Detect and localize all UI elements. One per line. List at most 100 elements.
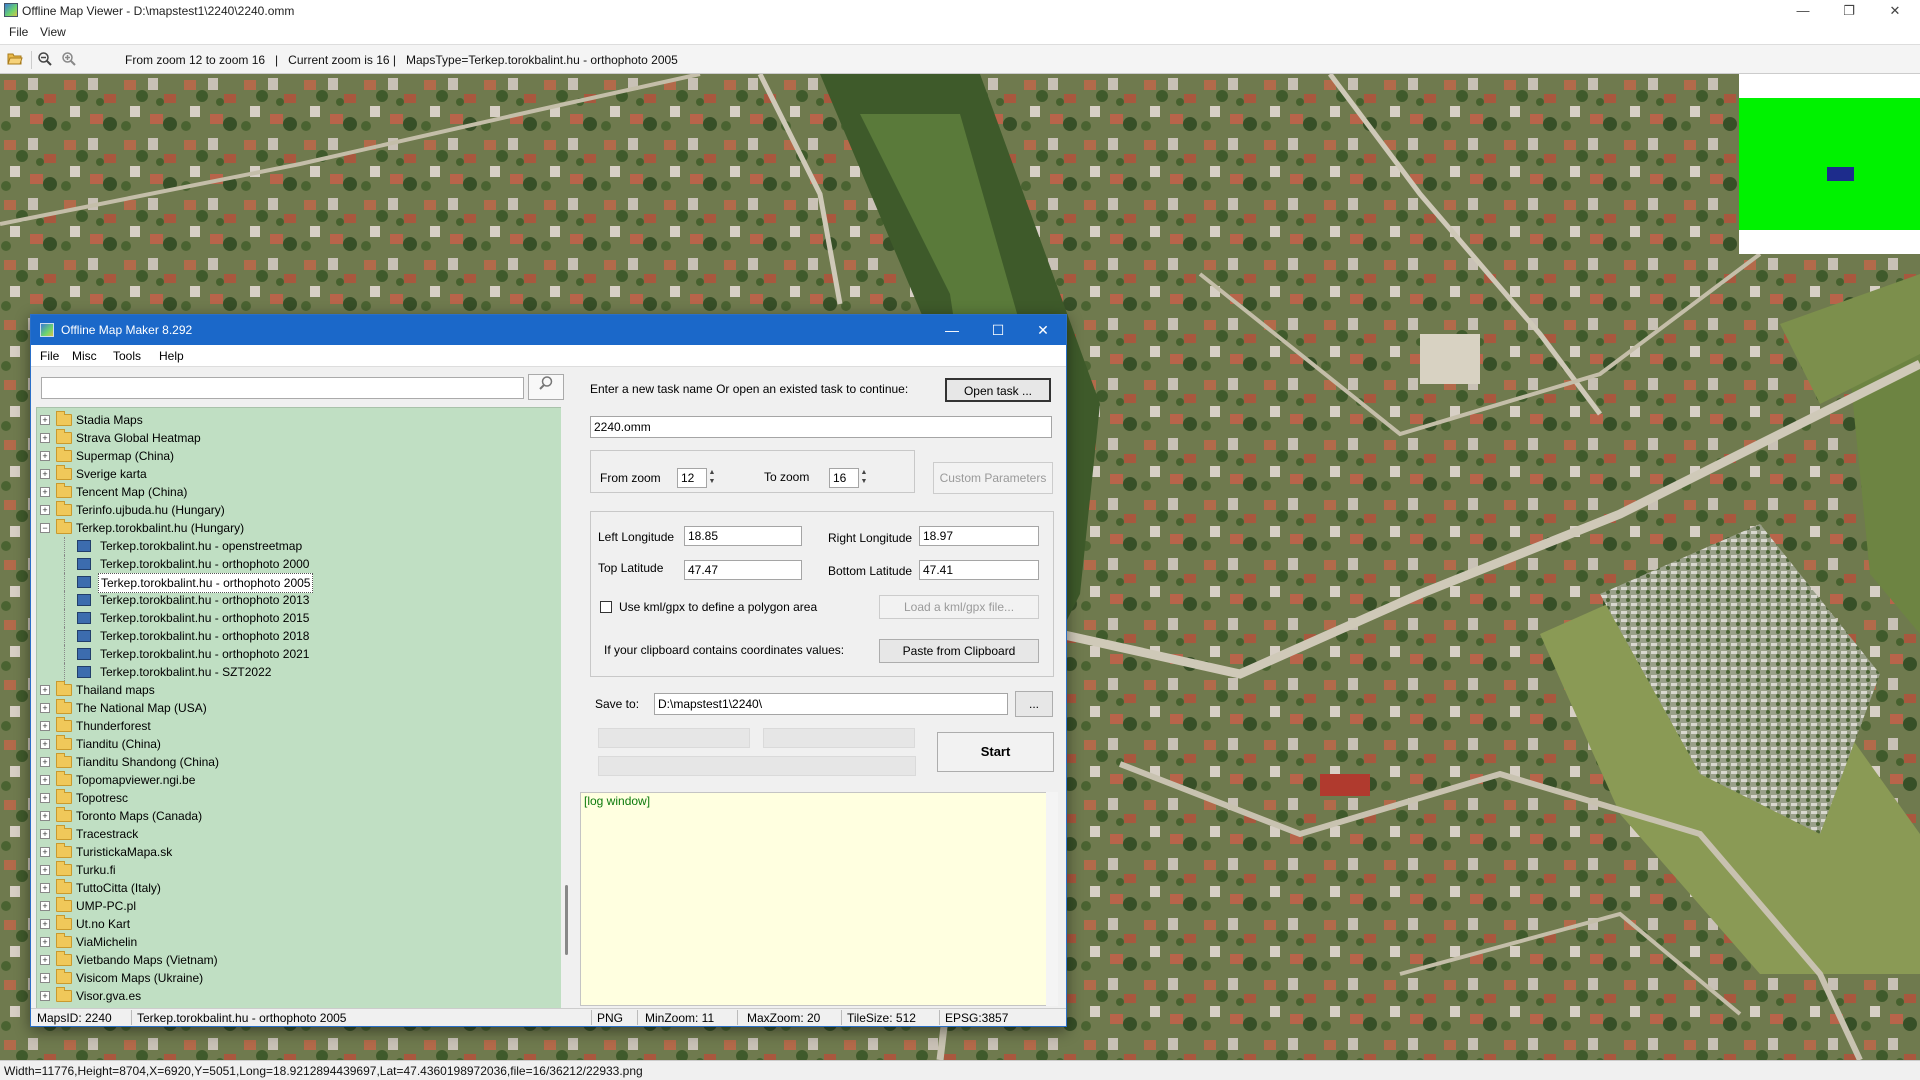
expand-icon[interactable]: + (40, 469, 50, 479)
open-task-button[interactable]: Open task ... (945, 378, 1051, 402)
tree-folder-item[interactable]: + UMP-PC.pl (37, 897, 547, 915)
tree-folder-item[interactable]: + Supermap (China) (37, 447, 547, 465)
tree-folder-item[interactable]: + Thailand maps (37, 681, 547, 699)
expand-icon[interactable]: + (40, 865, 50, 875)
tree-folder-item[interactable]: + ViaMichelin (37, 933, 547, 951)
kml-checkbox[interactable] (600, 601, 612, 613)
load-kml-button[interactable]: Load a kml/gpx file... (879, 595, 1039, 619)
zoom-out-button[interactable] (36, 51, 54, 69)
expand-icon[interactable]: + (40, 883, 50, 893)
zoom-in-button[interactable] (60, 51, 78, 69)
expand-icon[interactable]: + (40, 991, 50, 1001)
log-scrollbar[interactable] (1046, 792, 1058, 1006)
expand-icon[interactable]: + (40, 775, 50, 785)
tree-folder-item[interactable]: − Terkep.torokbalint.hu (Hungary) (37, 519, 547, 537)
expand-icon[interactable]: + (40, 757, 50, 767)
dialog-menu-help[interactable]: Help (159, 349, 184, 363)
custom-parameters-button[interactable]: Custom Parameters (933, 462, 1053, 494)
expand-icon[interactable]: + (40, 505, 50, 515)
menu-file[interactable]: File (9, 25, 28, 39)
dialog-close-button[interactable]: ✕ (1020, 315, 1066, 345)
browse-button[interactable]: ... (1015, 691, 1053, 717)
task-name-input[interactable]: 2240.omm (590, 416, 1052, 438)
start-button[interactable]: Start (937, 732, 1054, 772)
dialog-minimize-button[interactable]: — (929, 315, 975, 345)
expand-icon[interactable]: + (40, 829, 50, 839)
expand-icon[interactable]: + (40, 847, 50, 857)
folder-icon (56, 825, 72, 840)
tree-map-item[interactable]: Terkep.torokbalint.hu - orthophoto 2013 (37, 591, 547, 609)
folder-icon (56, 897, 72, 912)
expand-icon[interactable]: + (40, 919, 50, 929)
close-button[interactable]: ✕ (1872, 0, 1918, 22)
expand-icon[interactable]: + (40, 955, 50, 965)
open-button[interactable] (6, 51, 24, 69)
tree-folder-item[interactable]: + Toronto Maps (Canada) (37, 807, 547, 825)
expand-icon[interactable]: + (40, 793, 50, 803)
expand-icon[interactable]: + (40, 811, 50, 821)
tree-folder-item[interactable]: + Tencent Map (China) (37, 483, 547, 501)
to-zoom-spinner[interactable]: ▲ ▼ (859, 468, 869, 486)
expand-icon[interactable]: + (40, 451, 50, 461)
tree-folder-item[interactable]: + Turku.fi (37, 861, 547, 879)
tree-map-item[interactable]: Terkep.torokbalint.hu - orthophoto 2021 (37, 645, 547, 663)
from-zoom-spinner[interactable]: ▲ ▼ (707, 468, 717, 486)
tree-folder-item[interactable]: + TuristickaMapa.sk (37, 843, 547, 861)
expand-icon[interactable]: + (40, 739, 50, 749)
minimize-button[interactable]: — (1780, 0, 1826, 22)
tree-folder-item[interactable]: + Tianditu Shandong (China) (37, 753, 547, 771)
tree-map-item[interactable]: Terkep.torokbalint.hu - orthophoto 2015 (37, 609, 547, 627)
tree-folder-item[interactable]: + TuttoCitta (Italy) (37, 879, 547, 897)
tree-folder-item[interactable]: + Visicom Maps (Ukraine) (37, 969, 547, 987)
maps-tree[interactable]: + Stadia Maps + Strava Global Heatmap + Super… (36, 407, 562, 1009)
dialog-menu-misc[interactable]: Misc (72, 349, 97, 363)
overview-viewport-marker[interactable] (1827, 167, 1854, 181)
from-zoom-input[interactable]: 12 (677, 468, 707, 488)
tree-folder-item[interactable]: + Thunderforest (37, 717, 547, 735)
dialog-menu-file[interactable]: File (40, 349, 59, 363)
to-zoom-input[interactable]: 16 (829, 468, 859, 488)
expand-icon[interactable]: + (40, 685, 50, 695)
tree-folder-item[interactable]: + Topomapviewer.ngi.be (37, 771, 547, 789)
right-longitude-input[interactable]: 18.97 (919, 526, 1039, 546)
paste-clipboard-button[interactable]: Paste from Clipboard (879, 639, 1039, 663)
tree-folder-item[interactable]: + Strava Global Heatmap (37, 429, 547, 447)
tree-map-item[interactable]: Terkep.torokbalint.hu - SZT2022 (37, 663, 547, 681)
collapse-icon[interactable]: − (40, 523, 50, 533)
maximize-button[interactable]: ❐ (1826, 0, 1872, 22)
left-longitude-input[interactable]: 18.85 (684, 526, 802, 546)
top-latitude-input[interactable]: 47.47 (684, 560, 802, 580)
tree-map-item[interactable]: Terkep.torokbalint.hu - openstreetmap (37, 537, 547, 555)
expand-icon[interactable]: + (40, 973, 50, 983)
dialog-maximize-button[interactable]: ☐ (975, 315, 1021, 345)
tree-map-item[interactable]: Terkep.torokbalint.hu - orthophoto 2005 (37, 573, 547, 593)
tree-scrollbar-thumb[interactable] (565, 885, 568, 955)
tree-map-item[interactable]: Terkep.torokbalint.hu - orthophoto 2018 (37, 627, 547, 645)
tree-folder-item[interactable]: + Topotresc (37, 789, 547, 807)
expand-icon[interactable]: + (40, 901, 50, 911)
menu-view[interactable]: View (40, 25, 66, 39)
tree-folder-item[interactable]: + Tracestrack (37, 825, 547, 843)
dialog-menu-tools[interactable]: Tools (113, 349, 141, 363)
tree-folder-item[interactable]: + Terinfo.ujbuda.hu (Hungary) (37, 501, 547, 519)
tree-folder-item[interactable]: + Vietbando Maps (Vietnam) (37, 951, 547, 969)
minimize-icon: — (1796, 3, 1810, 18)
search-button[interactable] (528, 374, 564, 400)
save-to-input[interactable]: D:\mapstest1\2240\ (654, 693, 1008, 715)
log-window[interactable] (580, 792, 1058, 1006)
expand-icon[interactable]: + (40, 487, 50, 497)
tree-folder-item[interactable]: + Tianditu (China) (37, 735, 547, 753)
expand-icon[interactable]: + (40, 721, 50, 731)
tree-folder-item[interactable]: + Stadia Maps (37, 411, 547, 429)
bottom-latitude-input[interactable]: 47.41 (919, 560, 1039, 580)
expand-icon[interactable]: + (40, 937, 50, 947)
tree-folder-item[interactable]: + Ut.no Kart (37, 915, 547, 933)
expand-icon[interactable]: + (40, 703, 50, 713)
expand-icon[interactable]: + (40, 433, 50, 443)
tree-folder-item[interactable]: + The National Map (USA) (37, 699, 547, 717)
tree-map-item[interactable]: Terkep.torokbalint.hu - orthophoto 2000 (37, 555, 547, 573)
tree-folder-item[interactable]: + Sverige karta (37, 465, 547, 483)
tree-folder-item[interactable]: + Visor.gva.es (37, 987, 547, 1005)
expand-icon[interactable]: + (40, 415, 50, 425)
search-input[interactable] (41, 377, 524, 399)
